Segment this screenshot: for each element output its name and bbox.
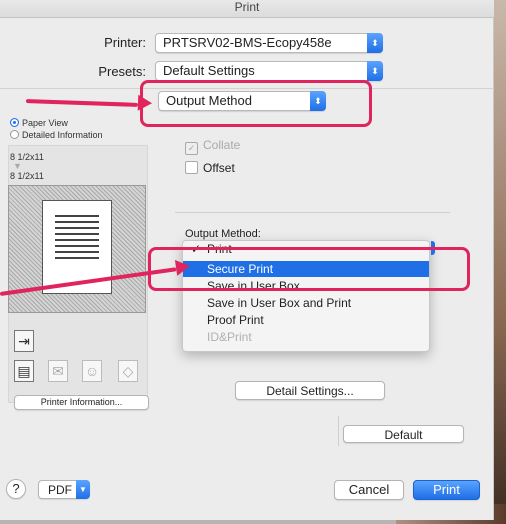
text-line [55,215,99,217]
default-button[interactable]: Default [343,425,464,443]
users-icon: ☺ [82,360,102,382]
down-arrow-icon: ▼ [13,161,22,171]
chevron-updown-icon: ⬍ [367,61,383,81]
speech-icon: ✉ [48,360,68,382]
collate-label: Collate [203,138,241,152]
group-divider [175,212,450,213]
checkmark-icon: ✓ [185,142,198,155]
detail-settings-button[interactable]: Detail Settings... [235,381,385,400]
text-line [55,257,99,259]
output-tray-icon: ⇥ [14,330,34,352]
text-line [55,239,99,241]
menu-item-proof-print[interactable]: Proof Print [183,312,429,328]
chevron-down-icon: ▼ [76,480,90,499]
radio-detailed-information[interactable]: Detailed Information [10,130,103,140]
text-line [55,245,99,247]
chevron-updown-icon: ⬍ [367,33,383,53]
checkbox-box [185,161,198,174]
printer-device-icon: ▤ [14,360,34,382]
annotation-arrowhead-top [137,94,153,112]
radio-paper-view[interactable]: Paper View [10,118,68,128]
help-button[interactable]: ? [6,479,26,499]
print-dialog: Print Printer: PRTSRV02-BMS-Ecopy458e ⬍ … [0,0,494,520]
radio-dot [10,118,19,127]
offset-label: Offset [203,161,235,175]
printer-label: Printer: [104,35,146,50]
radio-label: Paper View [22,118,68,128]
window-title: Print [0,0,494,18]
offset-checkbox[interactable]: Offset [185,161,235,175]
radio-dot [10,130,19,139]
vertical-divider [338,416,339,446]
presets-value: Default Settings [163,63,255,78]
text-line [55,221,99,223]
annotation-arrowhead-bottom [174,258,192,276]
collate-checkbox: ✓ Collate [185,138,240,155]
staple-icon: ◇ [118,360,138,382]
printer-information-button[interactable]: Printer Information... [14,395,149,410]
paper-size-bottom: 8 1/2x11 [10,171,44,181]
text-line [55,227,99,229]
menu-item-save-in-user-box-and-print[interactable]: Save in User Box and Print [183,295,429,311]
presets-label: Presets: [98,64,146,79]
print-button[interactable]: Print [413,480,480,500]
cancel-button[interactable]: Cancel [334,480,404,500]
annotation-highlight-secure-print [148,247,470,291]
annotation-highlight-section [140,80,372,127]
printer-value: PRTSRV02-BMS-Ecopy458e [163,35,332,50]
radio-label: Detailed Information [22,130,103,140]
pdf-label: PDF [48,483,72,497]
output-method-label: Output Method: [185,228,261,240]
text-line [55,251,99,253]
desktop-background [494,0,506,524]
pdf-button[interactable]: PDF ▼ [38,480,90,499]
text-line [55,233,99,235]
printer-popup[interactable]: PRTSRV02-BMS-Ecopy458e ⬍ [155,33,383,53]
presets-popup[interactable]: Default Settings ⬍ [155,61,383,81]
menu-item-id-print: ID&Print [207,330,252,344]
